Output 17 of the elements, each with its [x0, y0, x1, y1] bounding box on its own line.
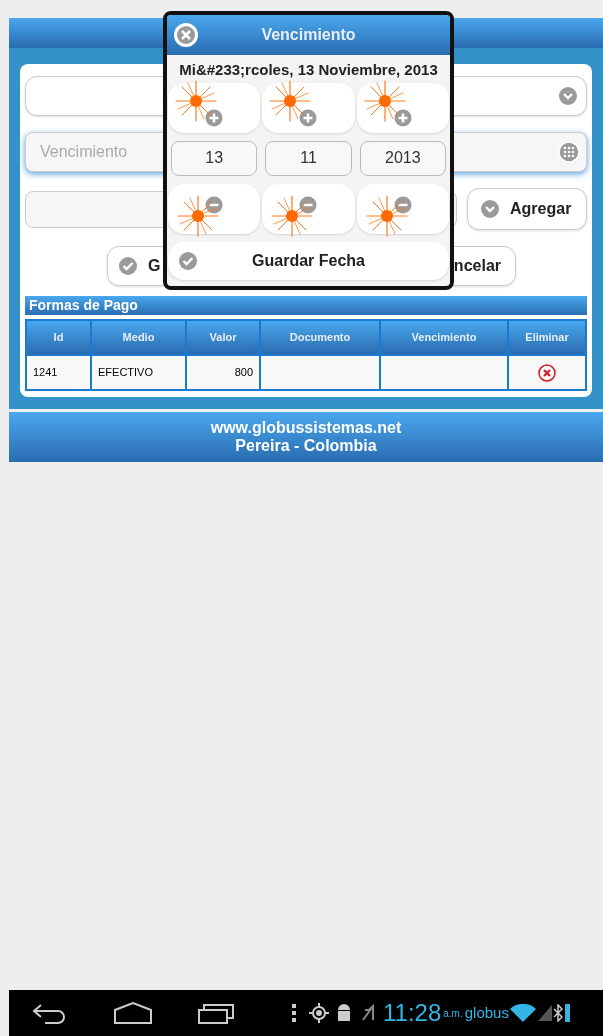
footer-text: www.globussistemas.net	[210, 419, 402, 437]
clock-time: 11:28	[383, 1001, 442, 1025]
table-cell: 800	[187, 356, 259, 389]
table-cell: 1241	[27, 356, 90, 389]
column-header: Vencimiento	[381, 321, 507, 354]
column-header: Eliminar	[509, 321, 585, 354]
clock-meridiem: a.m.	[443, 1006, 463, 1021]
column-header: Medio	[92, 321, 185, 354]
table-cell: EFECTIVO	[92, 356, 185, 389]
dialog-title: Vencimiento	[260, 25, 357, 45]
column-header: Valor	[187, 321, 259, 354]
section-title: Formas de Pago	[25, 296, 587, 315]
selected-date: Mi&#233;rcoles, 13 Noviembre, 2013	[178, 60, 439, 80]
carrier-name: globus	[464, 1002, 509, 1023]
column-header: Documento	[261, 321, 379, 354]
footer-text: Pereira - Colombia	[235, 437, 377, 455]
column-header: Id	[27, 321, 90, 354]
